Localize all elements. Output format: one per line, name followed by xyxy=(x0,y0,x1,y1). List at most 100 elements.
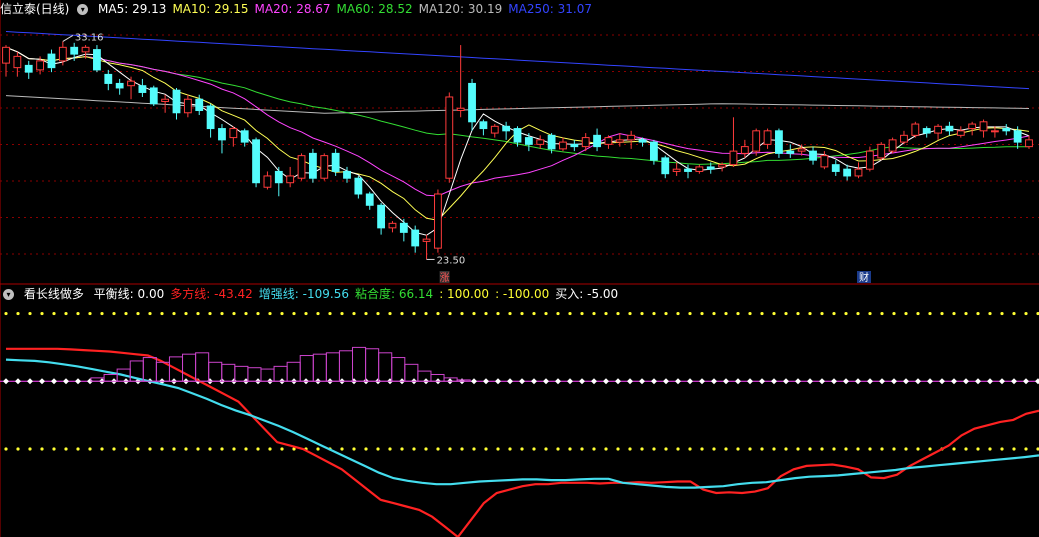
candle xyxy=(786,150,795,154)
ma-legend-item: MA10: 29.15 xyxy=(172,2,249,16)
level-dot xyxy=(496,447,500,451)
stock-name: 信立泰(日线) xyxy=(0,2,70,16)
candle xyxy=(308,152,317,179)
chart-window: 33.16 23.50 涨 财 信立泰(日线) ▾ MA5: 29.13 MA10: 2… xyxy=(0,0,1039,537)
level-dot xyxy=(40,447,44,451)
level-dot xyxy=(568,311,572,316)
candle xyxy=(70,46,79,55)
candle xyxy=(740,146,749,154)
candle xyxy=(422,238,431,242)
candle xyxy=(331,152,340,172)
level-dot xyxy=(556,311,560,316)
level-dot xyxy=(796,447,800,451)
level-dot xyxy=(460,447,464,451)
level-dot xyxy=(520,447,524,451)
balance-diamond xyxy=(639,378,645,385)
candle xyxy=(502,125,511,132)
level-dot xyxy=(52,311,56,316)
level-dot xyxy=(820,447,824,451)
adhesion-bar xyxy=(365,348,380,382)
balance-diamond xyxy=(951,378,957,385)
level-dot xyxy=(868,447,872,451)
level-dot xyxy=(136,311,140,316)
indicator-legend-item: 买入: -5.00 xyxy=(555,287,619,301)
level-dot xyxy=(124,447,128,451)
candle xyxy=(979,121,988,132)
level-dot xyxy=(16,311,20,316)
balance-diamond xyxy=(879,378,885,385)
level-dot xyxy=(280,311,284,316)
level-dot xyxy=(832,447,836,451)
high-label: 33.16 xyxy=(75,32,104,43)
level-dot xyxy=(148,311,152,316)
balance-diamond xyxy=(963,378,969,385)
chevron-down-icon[interactable]: ▾ xyxy=(77,4,89,15)
candle xyxy=(877,143,886,159)
candle xyxy=(524,137,533,145)
level-dot xyxy=(616,311,620,316)
level-dot xyxy=(256,447,260,451)
balance-diamond xyxy=(507,378,513,385)
candle xyxy=(354,177,363,195)
level-dot xyxy=(472,447,476,451)
level-dot xyxy=(364,311,368,316)
balance-diamond xyxy=(819,378,825,385)
candle xyxy=(1013,130,1022,143)
balance-diamond xyxy=(591,378,597,385)
level-dot xyxy=(508,311,512,316)
candle xyxy=(377,204,386,229)
level-dot xyxy=(760,447,764,451)
adhesion-bar xyxy=(208,361,223,382)
level-dot xyxy=(700,311,704,316)
duo-line xyxy=(6,347,1039,537)
adhesion-bar xyxy=(247,367,262,382)
level-dot xyxy=(136,447,140,451)
chevron-down-icon[interactable]: ▾ xyxy=(3,289,14,300)
level-dot xyxy=(868,311,872,316)
adhesion-bar xyxy=(142,357,157,382)
adhesion-bar xyxy=(312,353,327,382)
candle xyxy=(218,128,226,141)
level-dot xyxy=(436,447,440,451)
candle xyxy=(956,130,965,136)
balance-diamond xyxy=(675,378,681,385)
level-dot xyxy=(784,311,788,316)
indicator-header: ▾ 看长线做多 平衡线: 0.00 多方线: -43.42 增强线: -109.56… xyxy=(0,285,630,303)
level-dot xyxy=(952,311,956,316)
candle xyxy=(854,168,863,177)
candle xyxy=(399,222,408,233)
indicator-legend: 平衡线: 0.00 多方线: -43.42 增强线: -109.56 粘合度: 66.… xyxy=(94,287,625,301)
level-dot xyxy=(304,311,308,316)
level-dot xyxy=(700,447,704,451)
candle xyxy=(513,128,522,143)
balance-diamond xyxy=(843,378,849,385)
balance-diamond xyxy=(1011,378,1017,385)
level-dot xyxy=(916,447,920,451)
level-dot xyxy=(388,311,392,316)
level-dot xyxy=(352,447,356,451)
level-dot xyxy=(712,447,716,451)
level-dot xyxy=(448,311,452,316)
level-dot xyxy=(724,311,728,316)
level-dot xyxy=(964,447,968,451)
level-dot xyxy=(988,311,992,316)
indicator-legend-item: : 100.00 xyxy=(439,287,490,301)
indicator-legend-item: 增强线: -109.56 xyxy=(258,287,349,301)
candle xyxy=(36,60,45,71)
balance-diamond xyxy=(543,378,549,385)
candle xyxy=(229,128,238,139)
level-dot xyxy=(940,311,944,316)
candle xyxy=(934,125,942,134)
level-dot xyxy=(496,311,500,316)
level-dot xyxy=(556,447,560,451)
candle xyxy=(615,139,624,143)
level-dot xyxy=(376,311,380,316)
candle xyxy=(252,139,260,184)
balance-diamond xyxy=(855,378,861,385)
level-dot xyxy=(328,311,332,316)
level-dot xyxy=(64,311,68,316)
level-dot xyxy=(604,447,608,451)
level-dot xyxy=(688,311,692,316)
balance-diamond xyxy=(795,378,801,385)
level-dot xyxy=(64,447,68,451)
